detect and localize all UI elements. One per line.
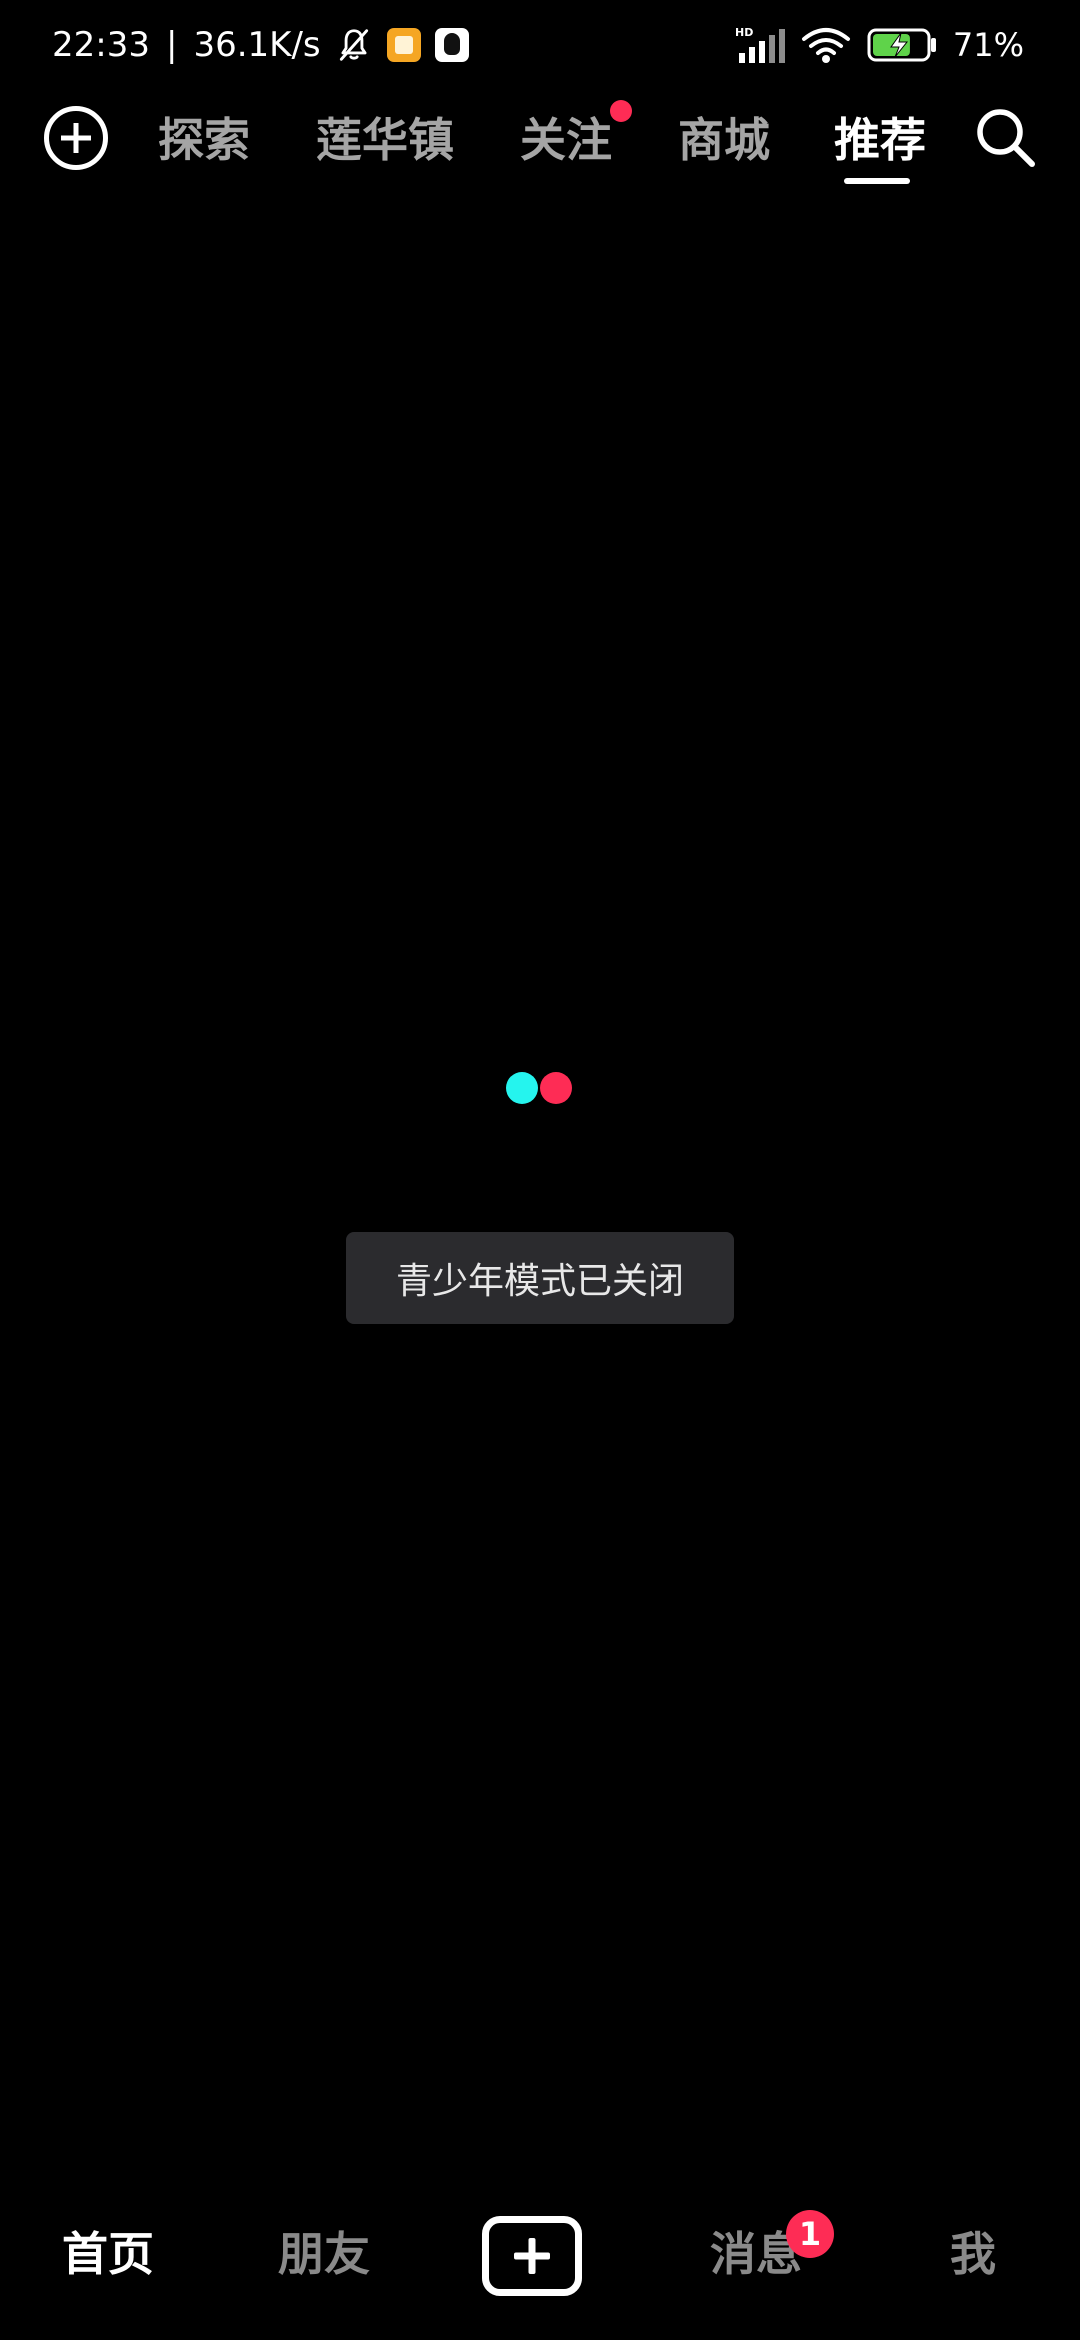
loading-dot-cyan [506, 1072, 538, 1104]
bottom-nav: 首页 朋友 消息 1 我 [0, 2200, 1080, 2340]
tab-mall[interactable]: 商城 [678, 110, 770, 170]
nav-me[interactable]: 我 [950, 2224, 996, 2284]
wifi-icon [801, 28, 850, 63]
hd-label: HD [735, 26, 753, 39]
status-right: HD 71% [735, 22, 1024, 68]
battery-percent: 71% [952, 26, 1024, 64]
battery-charging-icon [867, 28, 936, 62]
status-time: 22:33 [52, 25, 150, 65]
tab-recommend[interactable]: 推荐 [834, 110, 926, 170]
top-nav: 探索 莲华镇 关注 商城 推荐 [0, 96, 1080, 196]
toast-text: 青少年模式已关闭 [395, 1261, 684, 1302]
tab-lianhua-town[interactable]: 莲华镇 [316, 110, 454, 170]
active-tab-indicator [844, 178, 910, 184]
tab-explore[interactable]: 探索 [158, 110, 250, 170]
tab-following[interactable]: 关注 [520, 110, 612, 170]
nav-home[interactable]: 首页 [62, 2224, 154, 2284]
messages-badge: 1 [786, 2210, 834, 2258]
status-bar: 22:33 | 36.1K/s HD 71% [0, 0, 1080, 92]
search-icon[interactable] [972, 104, 1038, 170]
plus-circle-icon[interactable] [44, 106, 108, 170]
toast-message: 青少年模式已关闭 [346, 1232, 734, 1324]
qq-app-icon [434, 28, 469, 62]
loading-indicator [506, 1072, 574, 1106]
status-separator: | [165, 25, 178, 65]
bell-off-icon [339, 29, 368, 61]
gallery-app-icon [386, 28, 421, 62]
network-speed: 36.1K/s [193, 25, 321, 65]
hd-signal-icon: HD [735, 26, 785, 63]
create-button[interactable] [482, 2216, 582, 2296]
nav-friends[interactable]: 朋友 [278, 2224, 370, 2284]
loading-dot-red [540, 1072, 572, 1104]
status-left: 22:33 | 36.1K/s [52, 22, 469, 68]
following-notification-dot [610, 100, 632, 122]
